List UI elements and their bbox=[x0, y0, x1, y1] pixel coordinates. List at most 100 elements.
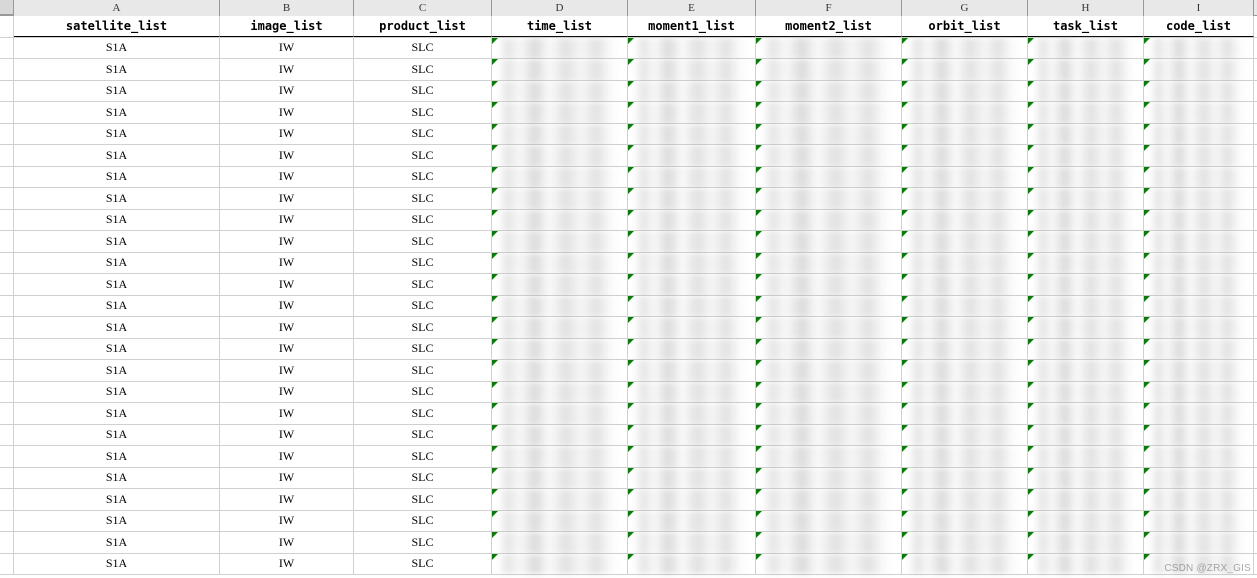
cell-product[interactable]: SLC bbox=[354, 274, 492, 295]
cell-blurred-E[interactable] bbox=[628, 102, 756, 123]
col-header-G[interactable]: G bbox=[902, 0, 1028, 16]
cell-blurred-F[interactable] bbox=[756, 38, 902, 59]
cell-product[interactable]: SLC bbox=[354, 425, 492, 446]
cell-blurred-E[interactable] bbox=[628, 554, 756, 575]
cell-blurred-I[interactable] bbox=[1144, 511, 1254, 532]
cell-blurred-G[interactable] bbox=[902, 532, 1028, 553]
cell-blurred-G[interactable] bbox=[902, 38, 1028, 59]
cell-product[interactable]: SLC bbox=[354, 145, 492, 166]
cell-blurred-E[interactable] bbox=[628, 59, 756, 80]
cell-blurred-G[interactable] bbox=[902, 339, 1028, 360]
cell-blurred-H[interactable] bbox=[1028, 210, 1144, 231]
cell-satellite[interactable]: S1A bbox=[14, 532, 220, 553]
cell-blurred-I[interactable] bbox=[1144, 317, 1254, 338]
cell-blurred-G[interactable] bbox=[902, 489, 1028, 510]
cell-blurred-I[interactable] bbox=[1144, 489, 1254, 510]
cell-blurred-F[interactable] bbox=[756, 554, 902, 575]
cell-product[interactable]: SLC bbox=[354, 81, 492, 102]
cell-blurred-I[interactable] bbox=[1144, 339, 1254, 360]
cell-blurred-F[interactable] bbox=[756, 102, 902, 123]
cell-blurred-H[interactable] bbox=[1028, 145, 1144, 166]
cell-image[interactable]: IW bbox=[220, 210, 354, 231]
cell-blurred-H[interactable] bbox=[1028, 360, 1144, 381]
cell-blurred-E[interactable] bbox=[628, 38, 756, 59]
cell-satellite[interactable]: S1A bbox=[14, 167, 220, 188]
cell-blurred-E[interactable] bbox=[628, 468, 756, 489]
cell-image[interactable]: IW bbox=[220, 81, 354, 102]
cell-product[interactable]: SLC bbox=[354, 231, 492, 252]
cell-blurred-D[interactable] bbox=[492, 489, 628, 510]
cell-blurred-D[interactable] bbox=[492, 382, 628, 403]
cell-satellite[interactable]: S1A bbox=[14, 511, 220, 532]
cell-blurred-D[interactable] bbox=[492, 360, 628, 381]
cell-blurred-E[interactable] bbox=[628, 339, 756, 360]
cell-blurred-G[interactable] bbox=[902, 446, 1028, 467]
cell-blurred-G[interactable] bbox=[902, 274, 1028, 295]
cell-blurred-D[interactable] bbox=[492, 339, 628, 360]
cell-product[interactable]: SLC bbox=[354, 489, 492, 510]
cell-blurred-D[interactable] bbox=[492, 274, 628, 295]
cell-product[interactable]: SLC bbox=[354, 554, 492, 575]
cell-blurred-F[interactable] bbox=[756, 317, 902, 338]
cell-image[interactable]: IW bbox=[220, 253, 354, 274]
cell-blurred-G[interactable] bbox=[902, 296, 1028, 317]
cell-blurred-D[interactable] bbox=[492, 231, 628, 252]
cell-blurred-I[interactable] bbox=[1144, 38, 1254, 59]
cell-blurred-H[interactable] bbox=[1028, 317, 1144, 338]
cell-satellite[interactable]: S1A bbox=[14, 188, 220, 209]
cell-image[interactable]: IW bbox=[220, 145, 354, 166]
cell-satellite[interactable]: S1A bbox=[14, 274, 220, 295]
cell-blurred-F[interactable] bbox=[756, 339, 902, 360]
cell-blurred-D[interactable] bbox=[492, 81, 628, 102]
col-header-H[interactable]: H bbox=[1028, 0, 1144, 16]
cell-blurred-E[interactable] bbox=[628, 81, 756, 102]
header-product[interactable]: product_list bbox=[354, 16, 492, 37]
cell-blurred-D[interactable] bbox=[492, 425, 628, 446]
cell-blurred-F[interactable] bbox=[756, 425, 902, 446]
cell-blurred-I[interactable] bbox=[1144, 59, 1254, 80]
header-image[interactable]: image_list bbox=[220, 16, 354, 37]
cell-blurred-I[interactable] bbox=[1144, 360, 1254, 381]
cell-image[interactable]: IW bbox=[220, 511, 354, 532]
header-task[interactable]: task_list bbox=[1028, 16, 1144, 37]
cell-product[interactable]: SLC bbox=[354, 317, 492, 338]
cell-blurred-I[interactable] bbox=[1144, 102, 1254, 123]
cell-blurred-D[interactable] bbox=[492, 317, 628, 338]
cell-blurred-F[interactable] bbox=[756, 489, 902, 510]
cell-blurred-F[interactable] bbox=[756, 81, 902, 102]
cell-blurred-H[interactable] bbox=[1028, 253, 1144, 274]
cell-product[interactable]: SLC bbox=[354, 167, 492, 188]
cell-blurred-D[interactable] bbox=[492, 188, 628, 209]
cell-satellite[interactable]: S1A bbox=[14, 296, 220, 317]
cell-blurred-F[interactable] bbox=[756, 231, 902, 252]
cell-blurred-D[interactable] bbox=[492, 468, 628, 489]
cell-blurred-G[interactable] bbox=[902, 403, 1028, 424]
cell-image[interactable]: IW bbox=[220, 532, 354, 553]
cell-blurred-H[interactable] bbox=[1028, 124, 1144, 145]
cell-blurred-I[interactable] bbox=[1144, 274, 1254, 295]
cell-blurred-H[interactable] bbox=[1028, 468, 1144, 489]
cell-product[interactable]: SLC bbox=[354, 382, 492, 403]
cell-blurred-G[interactable] bbox=[902, 511, 1028, 532]
cell-blurred-F[interactable] bbox=[756, 188, 902, 209]
cell-satellite[interactable]: S1A bbox=[14, 425, 220, 446]
cell-satellite[interactable]: S1A bbox=[14, 339, 220, 360]
cell-satellite[interactable]: S1A bbox=[14, 124, 220, 145]
cell-blurred-H[interactable] bbox=[1028, 167, 1144, 188]
cell-product[interactable]: SLC bbox=[354, 210, 492, 231]
col-header-F[interactable]: F bbox=[756, 0, 902, 16]
cell-blurred-G[interactable] bbox=[902, 145, 1028, 166]
cell-satellite[interactable]: S1A bbox=[14, 59, 220, 80]
cell-product[interactable]: SLC bbox=[354, 446, 492, 467]
cell-blurred-H[interactable] bbox=[1028, 38, 1144, 59]
cell-blurred-F[interactable] bbox=[756, 403, 902, 424]
cell-product[interactable]: SLC bbox=[354, 339, 492, 360]
cell-satellite[interactable]: S1A bbox=[14, 382, 220, 403]
cell-image[interactable]: IW bbox=[220, 296, 354, 317]
cell-image[interactable]: IW bbox=[220, 403, 354, 424]
cell-blurred-F[interactable] bbox=[756, 124, 902, 145]
cell-blurred-D[interactable] bbox=[492, 446, 628, 467]
cell-satellite[interactable]: S1A bbox=[14, 102, 220, 123]
cell-blurred-G[interactable] bbox=[902, 210, 1028, 231]
cell-product[interactable]: SLC bbox=[354, 253, 492, 274]
